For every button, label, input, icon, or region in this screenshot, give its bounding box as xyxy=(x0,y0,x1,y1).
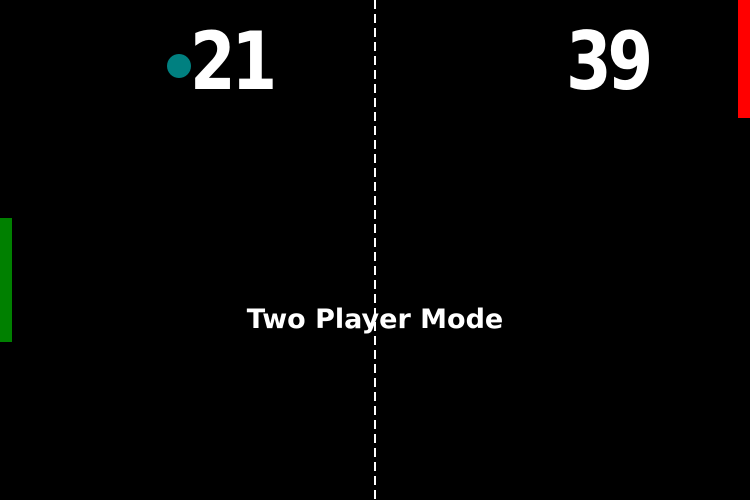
center-dashed-line xyxy=(374,0,376,500)
game-mode-label: Two Player Mode xyxy=(246,304,504,335)
left-player-score: 21 xyxy=(190,15,277,108)
ball xyxy=(167,54,191,78)
right-paddle[interactable] xyxy=(738,0,750,118)
right-player-score: 39 xyxy=(566,15,653,108)
game-board[interactable]: 21 39 Two Player Mode xyxy=(0,0,750,500)
